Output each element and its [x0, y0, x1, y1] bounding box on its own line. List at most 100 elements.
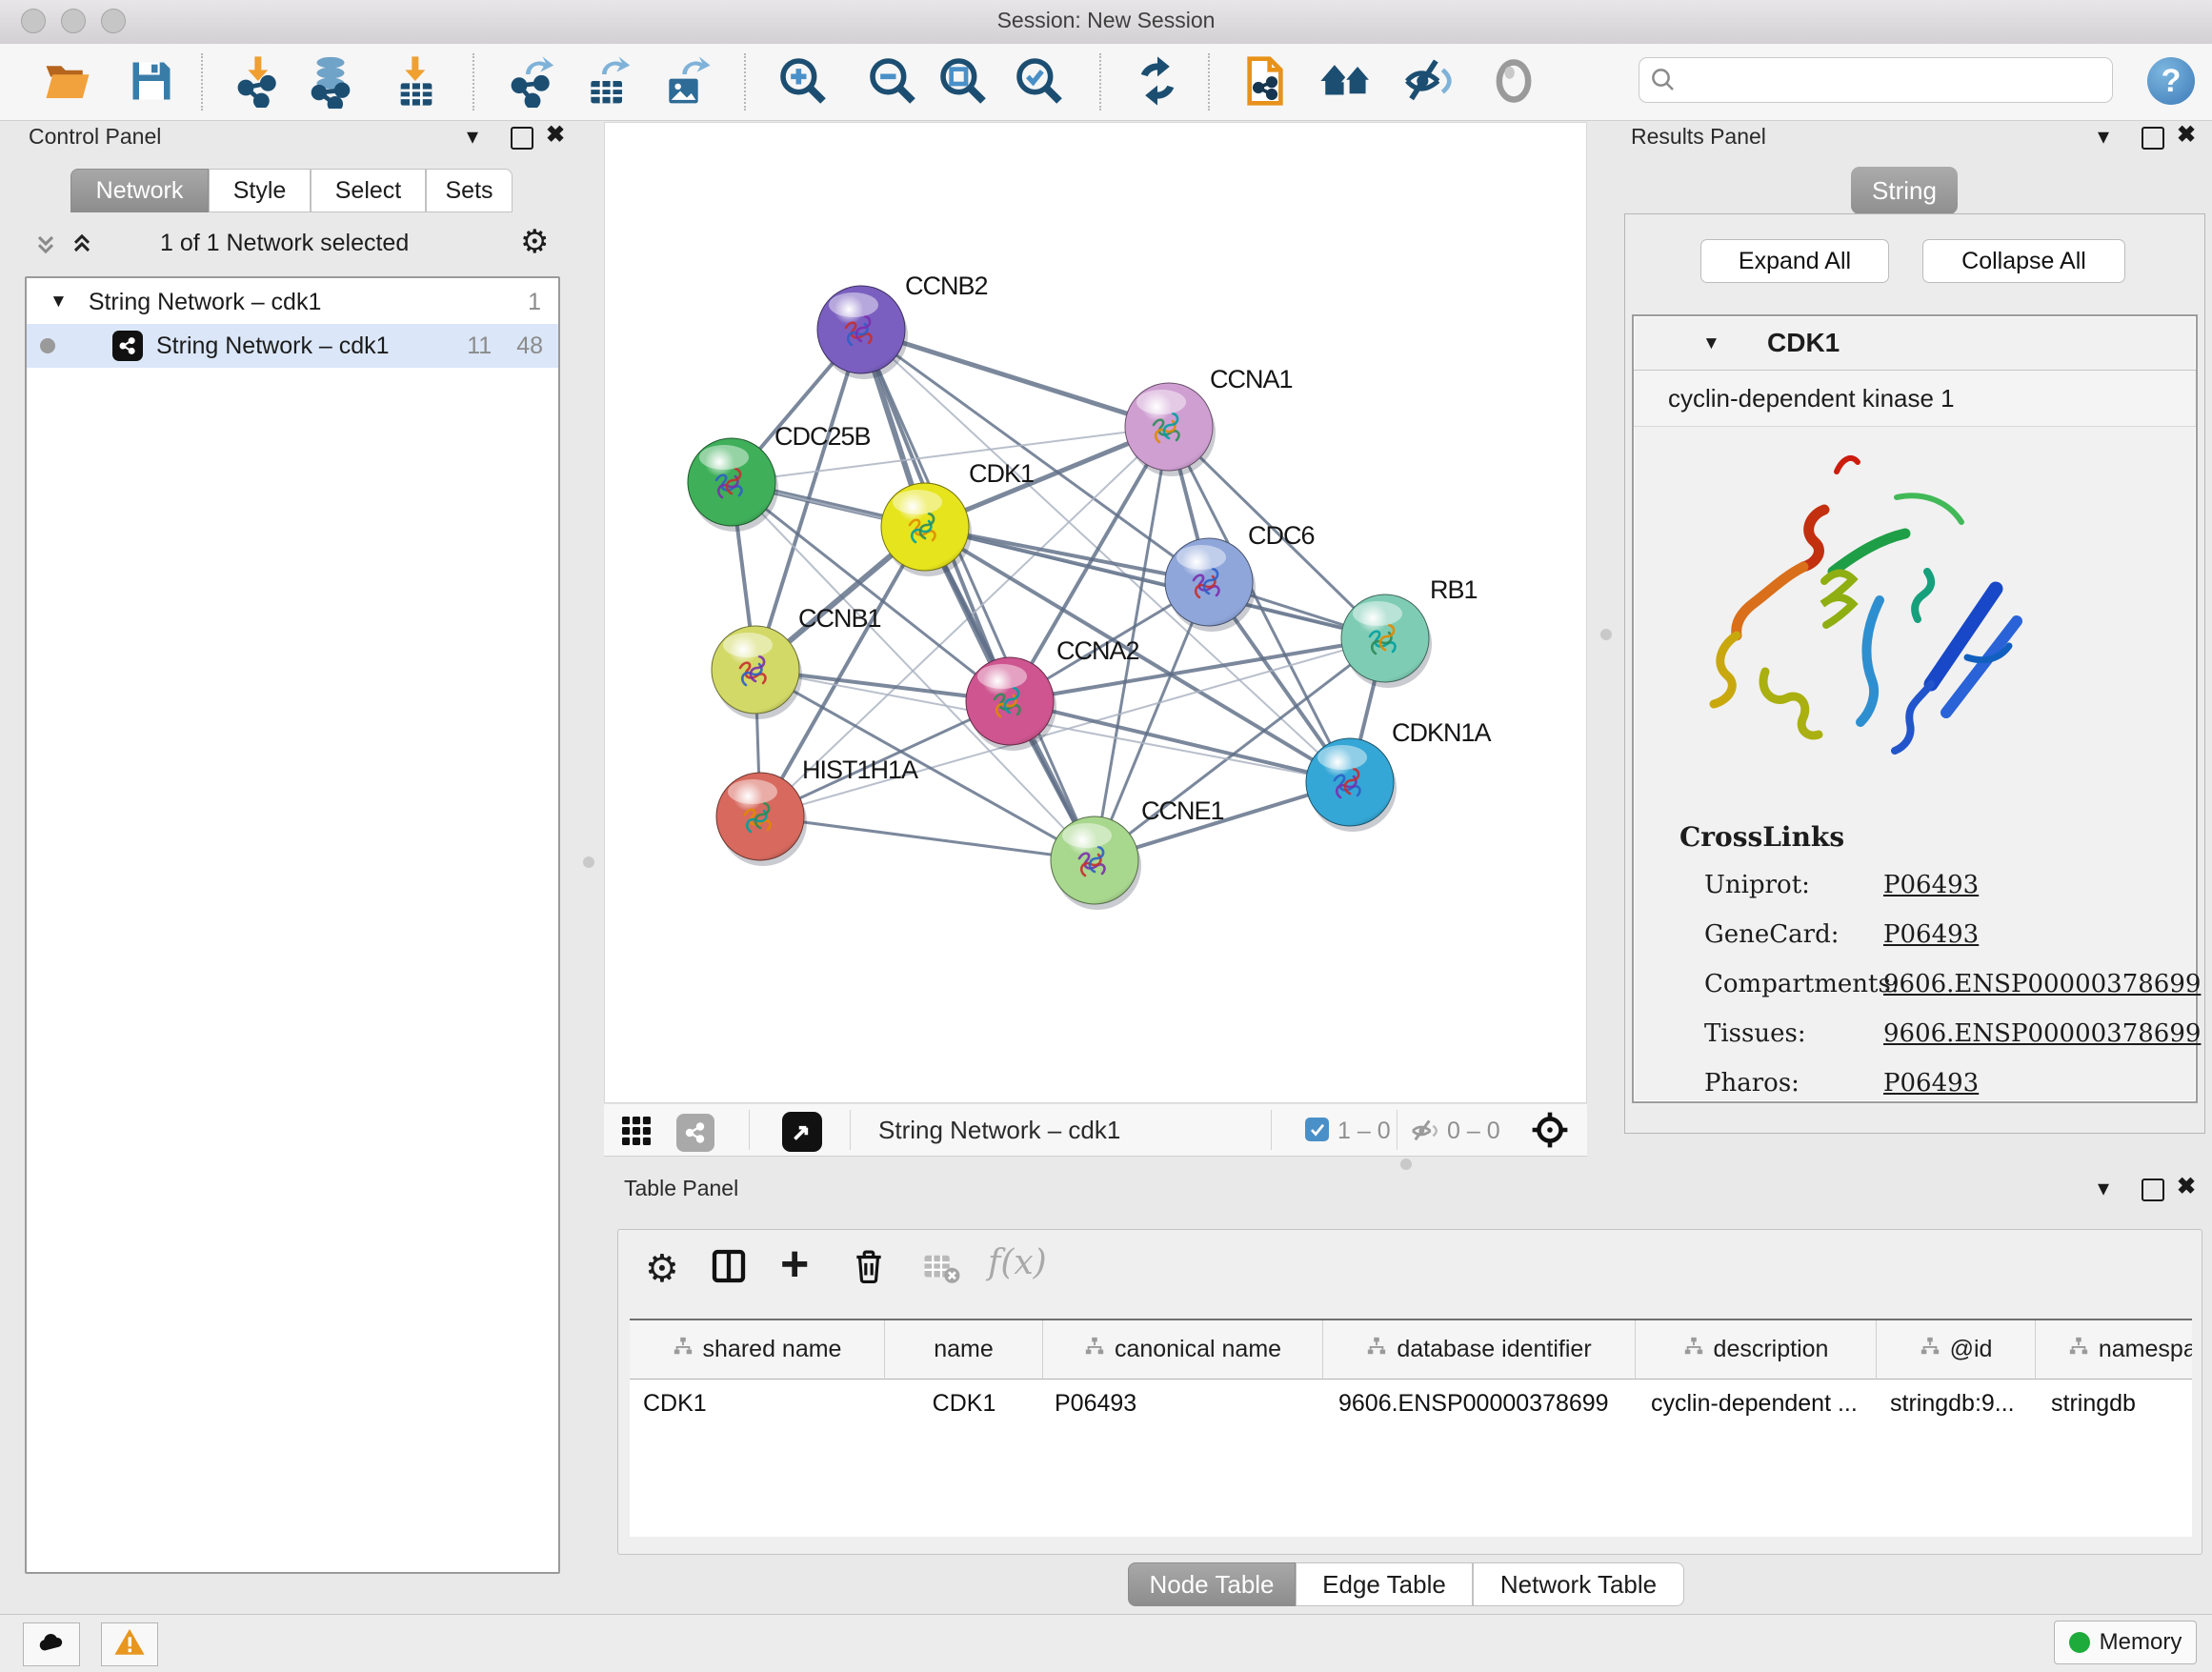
column-header-name[interactable]: name: [885, 1320, 1043, 1380]
tab-network-table[interactable]: Network Table: [1473, 1562, 1684, 1606]
gear-icon[interactable]: ⚙: [520, 223, 549, 261]
trash-icon[interactable]: [851, 1247, 887, 1285]
crosslink-value[interactable]: P06493: [1883, 1069, 1979, 1098]
help-button[interactable]: ?: [2147, 57, 2195, 105]
memory-button[interactable]: Memory: [2054, 1621, 2197, 1664]
tree-column-icon: [673, 1336, 694, 1363]
panel-close-icon[interactable]: ✖: [2177, 124, 2196, 147]
grid-view-icon[interactable]: [619, 1114, 654, 1153]
panel-close-icon[interactable]: ✖: [2177, 1176, 2196, 1199]
search-input[interactable]: [1681, 62, 2104, 98]
panel-collapse-icon[interactable]: ▾: [2098, 126, 2109, 149]
tab-sets[interactable]: Sets: [426, 169, 513, 212]
cloud-button[interactable]: [23, 1622, 80, 1666]
table-cell[interactable]: cyclin-dependent ...: [1636, 1380, 1877, 1427]
selected-checkbox-icon[interactable]: [1305, 1118, 1329, 1141]
collapse-all-button[interactable]: Collapse All: [1922, 239, 2125, 283]
import-table-button[interactable]: [389, 55, 444, 111]
panel-float-icon[interactable]: [2142, 127, 2164, 150]
network-graph[interactable]: CCNB2CCNA1CDC25BCDK1CDC6RB1CCNB1CCNA2CDK…: [605, 123, 1586, 1102]
delete-table-icon[interactable]: [921, 1247, 961, 1287]
column-header-shared-name[interactable]: shared name: [630, 1320, 885, 1380]
network-node[interactable]: CCNA1: [1125, 365, 1293, 476]
panel-float-icon[interactable]: [2142, 1178, 2164, 1201]
footer-separator: [749, 1110, 750, 1150]
tree-expand-icon[interactable]: ▼: [50, 292, 68, 312]
gene-header-row[interactable]: ▼ CDK1: [1634, 316, 2196, 371]
export-image-icon: [660, 54, 714, 112]
zoom-fit-button[interactable]: [935, 55, 991, 111]
table-gear-icon[interactable]: ⚙: [645, 1247, 679, 1291]
network-canvas[interactable]: CCNB2CCNA1CDC25BCDK1CDC6RB1CCNB1CCNA2CDK…: [604, 122, 1587, 1103]
import-network-file-button[interactable]: [231, 55, 287, 111]
network-row-selected[interactable]: String Network – cdk1 11 48: [27, 324, 558, 368]
crosshair-icon[interactable]: [1530, 1110, 1570, 1155]
table-cell[interactable]: P06493: [1043, 1380, 1323, 1427]
crosslink-value[interactable]: P06493: [1883, 920, 1979, 949]
network-node[interactable]: CCNB1: [712, 604, 881, 719]
tab-select[interactable]: Select: [311, 169, 426, 212]
hidden-eye-slash-icon[interactable]: [1409, 1116, 1439, 1151]
birds-eye-view-icon[interactable]: [782, 1112, 822, 1152]
table-cell[interactable]: stringdb:9...: [1877, 1380, 2036, 1427]
export-network-button[interactable]: [505, 55, 560, 111]
panel-collapse-icon[interactable]: ▾: [2098, 1178, 2109, 1200]
export-table-button[interactable]: [581, 55, 636, 111]
table-cell[interactable]: stringdb: [2036, 1380, 2192, 1427]
columns-icon[interactable]: [710, 1247, 748, 1285]
network-node[interactable]: RB1: [1341, 575, 1478, 688]
add-column-icon[interactable]: +: [780, 1236, 809, 1293]
splitter-handle-right[interactable]: [1600, 629, 1612, 640]
tab-string[interactable]: String: [1851, 167, 1958, 214]
column-header-description[interactable]: description: [1636, 1320, 1877, 1380]
search-icon: [1649, 66, 1678, 99]
export-image-button[interactable]: [659, 55, 714, 111]
splitter-handle-bottom[interactable]: [1400, 1158, 1412, 1170]
panel-close-icon[interactable]: ✖: [546, 124, 565, 147]
expand-all-button[interactable]: Expand All: [1700, 239, 1889, 283]
save-session-button[interactable]: [124, 55, 179, 111]
expand-all-networks-icon[interactable]: [69, 231, 95, 262]
crosslink-value[interactable]: 9606.ENSP00000378699: [1883, 970, 2201, 998]
refresh-button[interactable]: [1130, 55, 1185, 111]
string-home-button[interactable]: [1318, 55, 1374, 111]
network-view-share-icon[interactable]: [676, 1114, 714, 1152]
tab-network[interactable]: Network: [70, 169, 209, 212]
table-cell[interactable]: 9606.ENSP00000378699: [1323, 1380, 1636, 1427]
zoom-out-button[interactable]: [865, 55, 920, 111]
panel-float-icon[interactable]: [511, 127, 533, 150]
network-edge[interactable]: [760, 816, 1095, 860]
collapse-all-networks-icon[interactable]: [32, 231, 59, 262]
warning-button[interactable]: [101, 1622, 158, 1666]
tab-node-table[interactable]: Node Table: [1128, 1562, 1296, 1606]
network-collection-row[interactable]: ▼ String Network – cdk1 1: [27, 280, 558, 324]
tab-style[interactable]: Style: [209, 169, 311, 212]
zoom-in-button[interactable]: [775, 55, 831, 111]
zoom-selected-button[interactable]: [1012, 55, 1067, 111]
table-cell[interactable]: CDK1: [885, 1380, 1043, 1427]
column-header-id[interactable]: @id: [1877, 1320, 2036, 1380]
column-header-namespace[interactable]: namespace: [2036, 1320, 2192, 1380]
crosslink-value[interactable]: 9606.ENSP00000378699: [1883, 1019, 2201, 1048]
network-node[interactable]: CCNE1: [1051, 796, 1224, 910]
export-table-icon: [582, 54, 635, 112]
column-header-database-identifier[interactable]: database identifier: [1323, 1320, 1636, 1380]
presentation-mode-button[interactable]: [1486, 55, 1541, 111]
network-node-label: CDC6: [1248, 521, 1315, 550]
panel-collapse-icon[interactable]: ▾: [467, 126, 478, 149]
network-edge[interactable]: [861, 330, 1169, 427]
network-node[interactable]: HIST1H1A: [716, 755, 918, 866]
crosslink-value[interactable]: P06493: [1883, 871, 1979, 899]
collapse-entry-icon[interactable]: ▼: [1702, 333, 1720, 354]
open-session-button[interactable]: [40, 55, 95, 111]
tab-edge-table[interactable]: Edge Table: [1296, 1562, 1473, 1606]
column-header-canonical-name[interactable]: canonical name: [1043, 1320, 1323, 1380]
splitter-handle-left[interactable]: [583, 856, 594, 868]
import-network-database-button[interactable]: [303, 55, 358, 111]
network-node[interactable]: CDK1: [881, 459, 1034, 576]
table-cell[interactable]: CDK1: [630, 1380, 885, 1427]
network-node[interactable]: CDKN1A: [1306, 718, 1492, 832]
share-document-button[interactable]: [1237, 55, 1293, 111]
hide-glass-button[interactable]: [1399, 55, 1455, 111]
network-edge[interactable]: [1010, 701, 1350, 782]
